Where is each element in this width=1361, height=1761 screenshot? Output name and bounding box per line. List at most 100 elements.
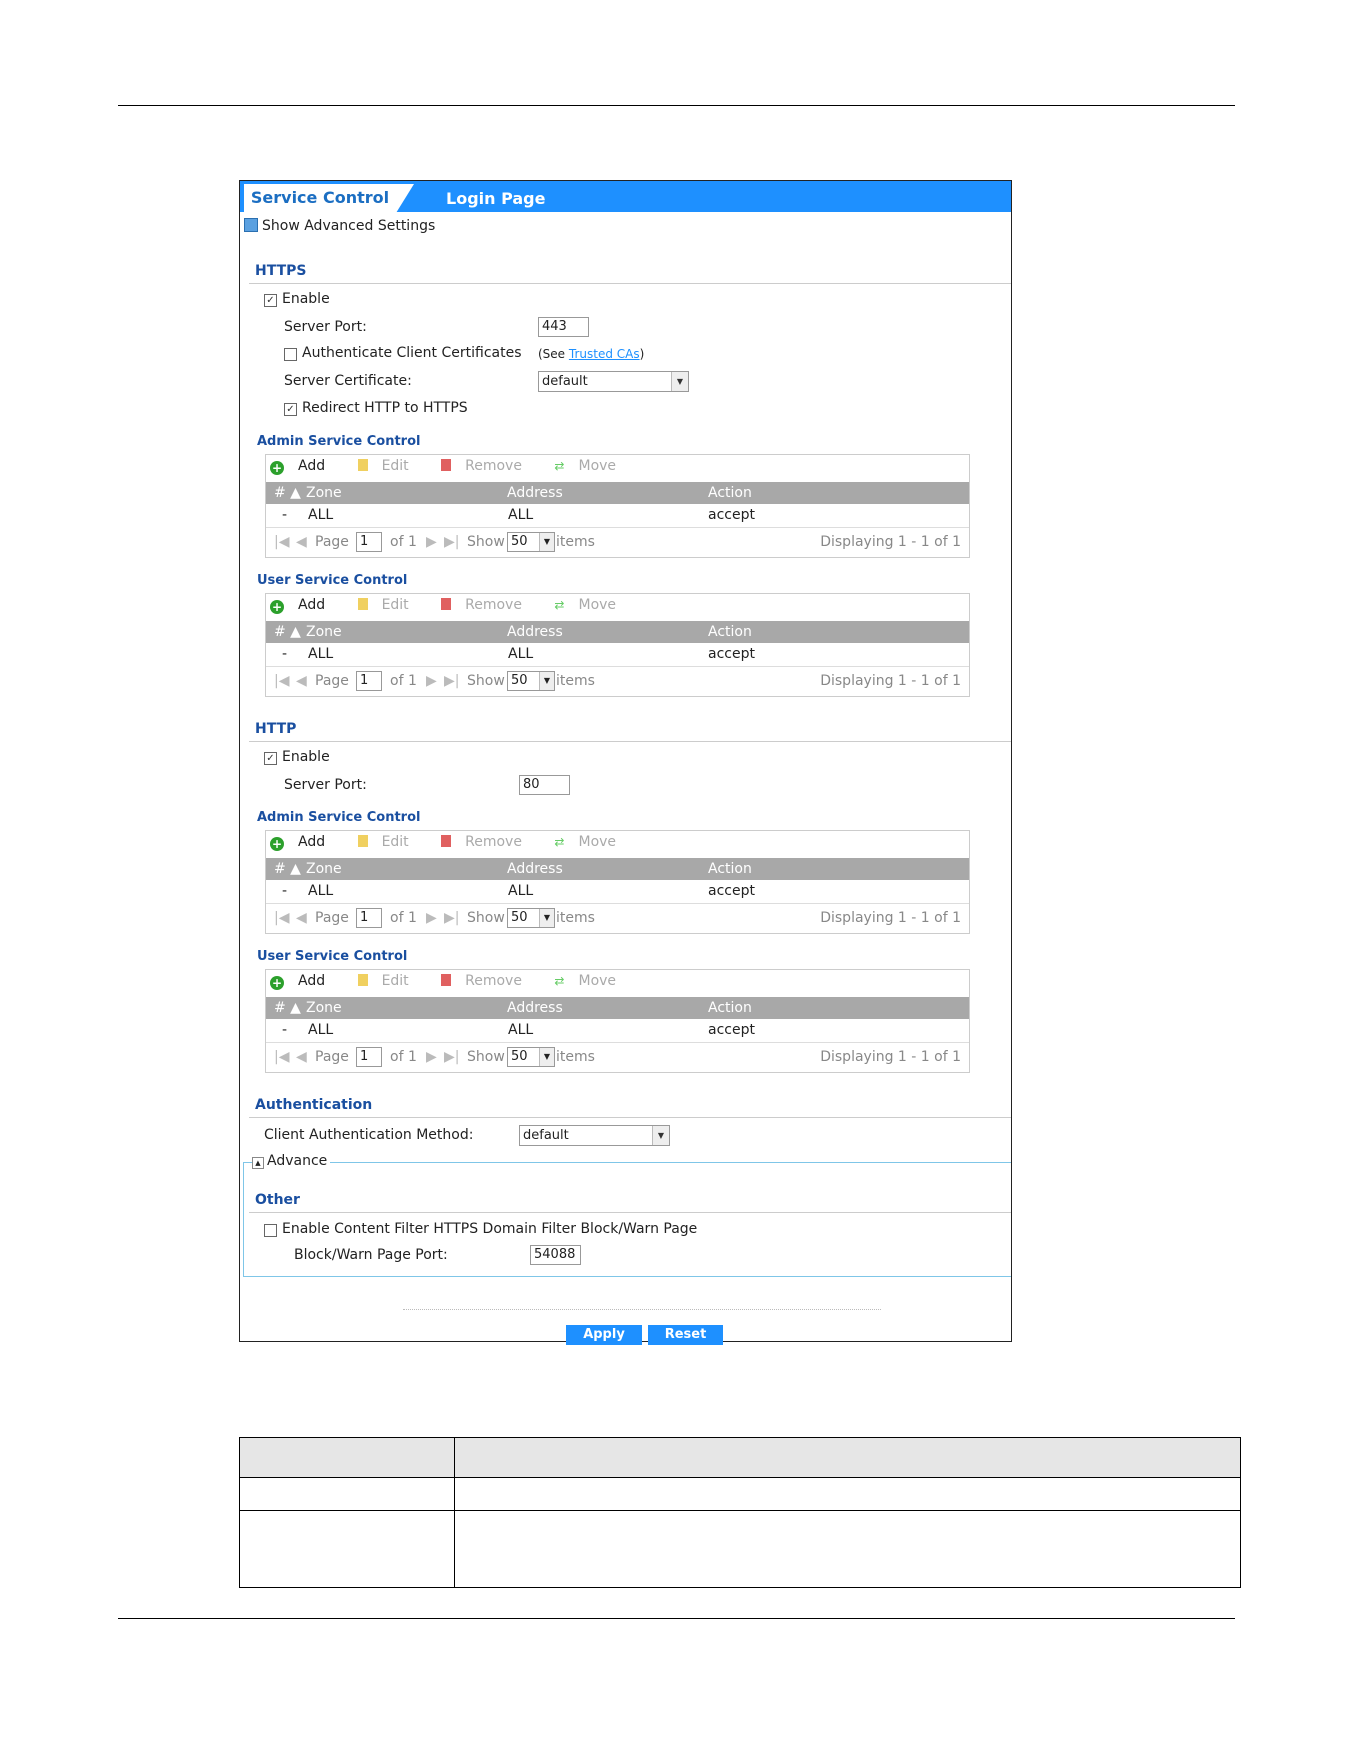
content-filter-checkbox[interactable] [264,1224,277,1237]
col-action[interactable]: Action [708,482,752,504]
trusted-cas-link[interactable]: Trusted CAs [569,347,640,361]
table-header: # ▲ Zone Address Action [266,858,969,880]
prev-page-icon[interactable]: ◀ [296,528,307,557]
redirect-https-label: Redirect HTTP to HTTPS [302,400,468,416]
row-cell-description [454,1477,1241,1511]
next-page-icon[interactable]: ▶ [426,528,437,557]
row-cell-label [239,1510,455,1588]
https-enable-checkbox[interactable]: ✓ [264,294,277,307]
remove-button[interactable]: Remove [441,597,536,613]
settings-icon [244,218,258,232]
col-action[interactable]: Action [708,621,752,643]
tab-service-control[interactable]: Service Control [244,184,414,213]
reset-button[interactable]: Reset [648,1325,723,1345]
table-pager: |◀ ◀ Page 1 of 1 ▶ ▶| Show 50 ▼ items Dis… [266,903,969,934]
move-button[interactable]: ⇄ Move [554,834,630,850]
row-zone: ALL [308,883,334,899]
server-cert-select[interactable]: default ▼ [538,371,689,392]
chevron-down-icon: ▼ [539,533,554,551]
auth-client-certs-checkbox[interactable] [284,348,297,361]
col-zone[interactable]: Zone [306,482,342,504]
prev-page-icon[interactable]: ◀ [296,904,307,933]
move-button[interactable]: ⇄ Move [554,973,630,989]
col-zone[interactable]: Zone [306,997,342,1019]
tab-login-page[interactable]: Login Page [446,184,545,213]
move-icon: ⇄ [554,974,565,988]
add-button[interactable]: + Add [270,834,339,851]
table-header: # ▲ Zone Address Action [266,997,969,1019]
row-address: ALL [508,507,534,523]
http-admin-table: + Add Edit Remove ⇄ Move # ▲ Zone Address … [265,830,970,934]
add-button[interactable]: + Add [270,597,339,614]
page-input[interactable]: 1 [356,671,382,691]
add-icon: + [270,976,284,990]
http-server-port-input[interactable]: 80 [519,775,570,795]
move-button[interactable]: ⇄ Move [554,597,630,613]
show-select[interactable]: 50 ▼ [507,671,555,691]
move-icon: ⇄ [554,835,565,849]
col-zone[interactable]: Zone [306,858,342,880]
prev-page-icon[interactable]: ◀ [296,667,307,696]
last-page-icon[interactable]: ▶| [444,904,459,933]
remove-button[interactable]: Remove [441,458,536,474]
redirect-https-checkbox[interactable]: ✓ [284,403,297,416]
buttons-divider [403,1309,881,1310]
col-action[interactable]: Action [708,858,752,880]
remove-button[interactable]: Remove [441,973,536,989]
table-row[interactable]: - ALL ALL accept [266,880,969,903]
edit-button[interactable]: Edit [357,973,423,989]
https-server-port-label: Server Port: [284,319,367,335]
add-button[interactable]: + Add [270,458,339,475]
row-address: ALL [508,646,534,662]
http-user-table: + Add Edit Remove ⇄ Move # ▲ Zone Address … [265,969,970,1073]
page-input[interactable]: 1 [356,532,382,552]
edit-icon [357,598,368,610]
move-button[interactable]: ⇄ Move [554,458,630,474]
table-pager: |◀ ◀ Page 1 of 1 ▶ ▶| Show 50 ▼ items Dis… [266,527,969,558]
first-page-icon[interactable]: |◀ [274,528,289,557]
apply-button[interactable]: Apply [566,1325,642,1345]
last-page-icon[interactable]: ▶| [444,1043,459,1072]
block-port-input[interactable]: 54088 [530,1245,581,1265]
edit-button[interactable]: Edit [357,597,423,613]
last-page-icon[interactable]: ▶| [444,667,459,696]
col-num[interactable]: # ▲ [274,621,301,643]
table-row[interactable]: - ALL ALL accept [266,1019,969,1042]
next-page-icon[interactable]: ▶ [426,904,437,933]
table-row[interactable]: - ALL ALL accept [266,643,969,666]
show-select[interactable]: 50 ▼ [507,908,555,928]
prev-page-icon[interactable]: ◀ [296,1043,307,1072]
col-num[interactable]: # ▲ [274,482,301,504]
chevron-down-icon: ▼ [539,909,554,927]
next-page-icon[interactable]: ▶ [426,667,437,696]
first-page-icon[interactable]: |◀ [274,904,289,933]
col-num[interactable]: # ▲ [274,997,301,1019]
col-address[interactable]: Address [507,858,563,880]
show-advanced-settings[interactable]: Show Advanced Settings [244,218,435,234]
add-button[interactable]: + Add [270,973,339,990]
col-zone[interactable]: Zone [306,621,342,643]
page-input[interactable]: 1 [356,908,382,928]
page-input[interactable]: 1 [356,1047,382,1067]
edit-button[interactable]: Edit [357,834,423,850]
advance-toggle[interactable]: ▲ Advance [252,1153,331,1169]
next-page-icon[interactable]: ▶ [426,1043,437,1072]
authentication-divider [249,1117,1011,1118]
col-address[interactable]: Address [507,997,563,1019]
col-action[interactable]: Action [708,997,752,1019]
last-page-icon[interactable]: ▶| [444,528,459,557]
first-page-icon[interactable]: |◀ [274,1043,289,1072]
https-server-port-input[interactable]: 443 [538,317,589,337]
col-num[interactable]: # ▲ [274,858,301,880]
edit-button[interactable]: Edit [357,458,423,474]
remove-button[interactable]: Remove [441,834,536,850]
show-select[interactable]: 50 ▼ [507,1047,555,1067]
other-title: Other [255,1192,300,1208]
client-auth-method-select[interactable]: default ▼ [519,1125,670,1146]
first-page-icon[interactable]: |◀ [274,667,289,696]
col-address[interactable]: Address [507,621,563,643]
col-address[interactable]: Address [507,482,563,504]
http-enable-checkbox[interactable]: ✓ [264,752,277,765]
show-select[interactable]: 50 ▼ [507,532,555,552]
table-row[interactable]: - ALL ALL accept [266,504,969,527]
